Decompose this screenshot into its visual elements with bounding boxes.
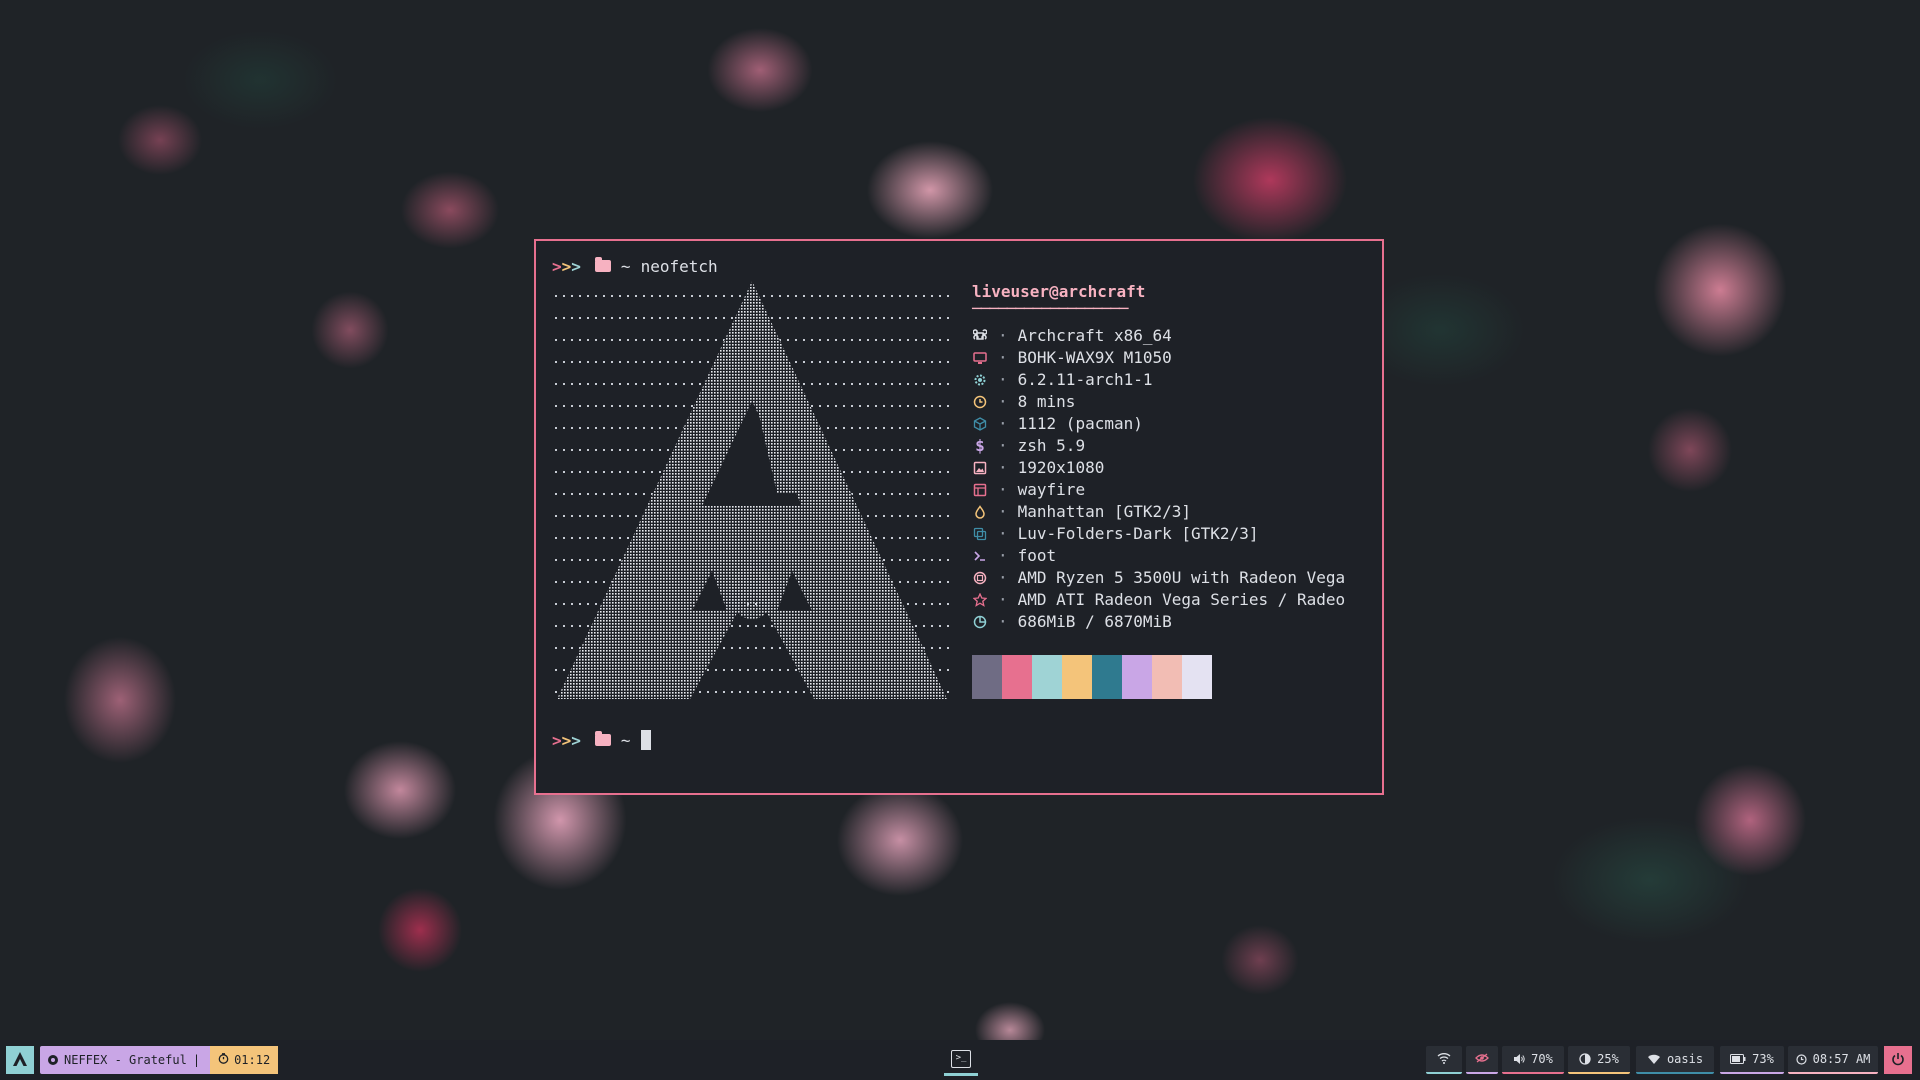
color-swatch bbox=[1182, 655, 1212, 699]
taskbar: NEFFEX - Grateful | 01:12 >_ 70% 25% oas… bbox=[0, 1040, 1920, 1080]
info-row-packages: · 1112 (pacman) bbox=[972, 413, 1392, 435]
clock-time: 08:57 AM bbox=[1812, 1052, 1871, 1066]
info-row-wm: · wayfire bbox=[972, 479, 1392, 501]
info-value: zsh 5.9 bbox=[1017, 436, 1086, 455]
wifi-icon bbox=[1647, 1053, 1661, 1065]
info-row-host: · BOHK-WAX9X M1050 bbox=[972, 347, 1392, 369]
eye-icon bbox=[1475, 1052, 1489, 1066]
system-info: liveuser@archcraft ────────────────── · … bbox=[972, 281, 1392, 699]
text-cursor[interactable] bbox=[640, 730, 651, 750]
folder-icon bbox=[594, 731, 611, 746]
drop-icon bbox=[972, 504, 988, 520]
color-swatch bbox=[1152, 655, 1182, 699]
speaker-icon bbox=[1513, 1053, 1525, 1065]
info-row-gpu: · AMD ATI Radeon Vega Series / Radeo bbox=[972, 589, 1392, 611]
prompt-arrows: >>> bbox=[552, 256, 581, 276]
terminal-icon: >_ bbox=[951, 1049, 971, 1068]
info-row-resolution: · 1920x1080 bbox=[972, 457, 1392, 479]
color-swatch bbox=[1062, 655, 1092, 699]
info-row-uptime: · 8 mins bbox=[972, 391, 1392, 413]
dollar-icon: $ bbox=[975, 436, 985, 455]
info-value: BOHK-WAX9X M1050 bbox=[1017, 348, 1172, 367]
pie-icon bbox=[972, 614, 988, 630]
volume-control[interactable]: 70% bbox=[1502, 1046, 1564, 1074]
wifi-toggle[interactable] bbox=[1426, 1046, 1462, 1074]
prompt-directory: ~ bbox=[620, 256, 631, 276]
clock-icon bbox=[1795, 1053, 1807, 1065]
prompt-arrows: >>> bbox=[552, 730, 581, 750]
taskbar-item-terminal[interactable]: >_ bbox=[944, 1044, 978, 1076]
clock-icon bbox=[972, 394, 988, 410]
info-value: 6.2.11-arch1-1 bbox=[1017, 370, 1153, 389]
info-row-kernel: · 6.2.11-arch1-1 bbox=[972, 369, 1392, 391]
media-time: 01:12 bbox=[234, 1053, 271, 1067]
eye-toggle[interactable] bbox=[1466, 1046, 1498, 1074]
color-swatch bbox=[1032, 655, 1062, 699]
info-row-shell: $ · zsh 5.9 bbox=[972, 435, 1392, 457]
battery-status[interactable]: 73% bbox=[1720, 1046, 1784, 1074]
command-key-icon bbox=[972, 328, 988, 344]
app-launcher-button[interactable] bbox=[6, 1046, 34, 1074]
archcraft-logo-icon bbox=[11, 1050, 29, 1071]
terminal-prompt-icon bbox=[972, 548, 988, 564]
folder-icon bbox=[594, 257, 611, 272]
info-value: 1112 (pacman) bbox=[1017, 414, 1143, 433]
info-row-icons: · Luv-Folders-Dark [GTK2/3] bbox=[972, 523, 1392, 545]
brightness-icon bbox=[1579, 1053, 1591, 1065]
command-text: neofetch bbox=[640, 256, 718, 276]
battery-icon bbox=[1730, 1054, 1746, 1064]
media-player-widget[interactable]: NEFFEX - Grateful | 01:12 bbox=[40, 1046, 279, 1074]
wifi-icon bbox=[1437, 1052, 1451, 1067]
info-value: Archcraft x86_64 bbox=[1017, 326, 1172, 345]
color-swatch bbox=[1122, 655, 1152, 699]
info-value: 1920x1080 bbox=[1017, 458, 1105, 477]
prompt-line-active[interactable]: >>> ~ bbox=[552, 729, 651, 751]
copy-icon bbox=[972, 526, 988, 542]
info-row-os: · Archcraft x86_64 bbox=[972, 325, 1392, 347]
media-divider: | bbox=[192, 1053, 201, 1067]
image-icon bbox=[972, 460, 988, 476]
clock-widget[interactable]: 08:57 AM bbox=[1788, 1046, 1878, 1074]
brightness-control[interactable]: 25% bbox=[1568, 1046, 1630, 1074]
prompt-line: >>> ~ neofetch bbox=[552, 255, 718, 277]
info-value: 686MiB / 6870MiB bbox=[1017, 612, 1172, 631]
neofetch-output: liveuser@archcraft ────────────────── · … bbox=[552, 281, 1372, 711]
monitor-icon bbox=[972, 350, 988, 366]
color-swatch bbox=[1002, 655, 1032, 699]
gear-icon bbox=[972, 372, 988, 388]
user-host-underline: ────────────────── bbox=[972, 299, 1128, 318]
info-value: Manhattan [GTK2/3] bbox=[1017, 502, 1192, 521]
package-icon bbox=[972, 416, 988, 432]
info-value: Luv-Folders-Dark [GTK2/3] bbox=[1017, 524, 1259, 543]
color-swatch bbox=[972, 655, 1002, 699]
power-icon bbox=[1891, 1052, 1905, 1069]
network-status[interactable]: oasis bbox=[1636, 1046, 1714, 1074]
info-row-cpu: · AMD Ryzen 5 3500U with Radeon Vega bbox=[972, 567, 1392, 589]
info-row-theme: · Manhattan [GTK2/3] bbox=[972, 501, 1392, 523]
info-row-memory: · 686MiB / 6870MiB bbox=[972, 611, 1392, 633]
star-icon bbox=[972, 592, 988, 608]
info-value: AMD ATI Radeon Vega Series / Radeo bbox=[1017, 590, 1346, 609]
prompt-directory: ~ bbox=[620, 730, 631, 750]
brightness-level: 25% bbox=[1597, 1052, 1619, 1066]
media-elapsed: 01:12 bbox=[210, 1046, 279, 1074]
archcraft-ascii-logo bbox=[552, 281, 952, 711]
battery-level: 73% bbox=[1752, 1052, 1774, 1066]
color-swatch bbox=[1092, 655, 1122, 699]
color-palette bbox=[972, 655, 1392, 699]
terminal-window[interactable]: >>> ~ neofetch liveuser@archcraft ──────… bbox=[534, 239, 1384, 795]
music-disc-icon bbox=[48, 1055, 58, 1065]
timer-icon bbox=[218, 1053, 229, 1067]
power-button[interactable] bbox=[1884, 1046, 1912, 1074]
info-value: AMD Ryzen 5 3500U with Radeon Vega bbox=[1017, 568, 1346, 587]
window-icon bbox=[972, 482, 988, 498]
network-name: oasis bbox=[1666, 1052, 1704, 1066]
media-title: NEFFEX - Grateful bbox=[64, 1053, 187, 1067]
info-value: wayfire bbox=[1017, 480, 1086, 499]
info-value: foot bbox=[1017, 546, 1057, 565]
info-value: 8 mins bbox=[1017, 392, 1076, 411]
volume-level: 70% bbox=[1531, 1052, 1553, 1066]
cpu-icon bbox=[972, 570, 988, 586]
info-row-terminal: · foot bbox=[972, 545, 1392, 567]
